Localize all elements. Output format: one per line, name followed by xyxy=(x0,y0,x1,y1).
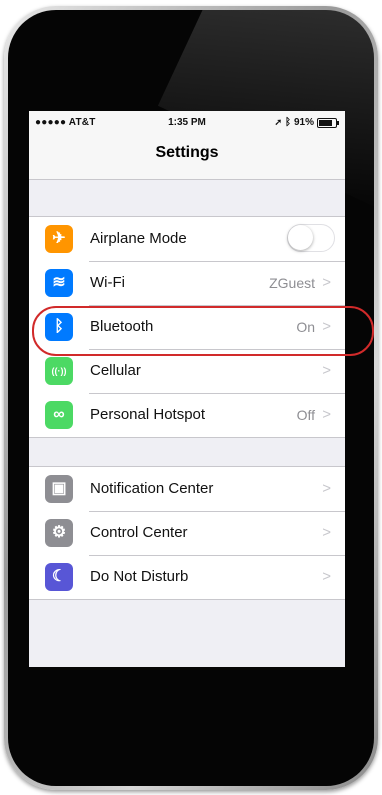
status-bar: ●●●●● AT&T 1:35 PM ➚ ᛒ 91% xyxy=(29,111,345,133)
hotspot-icon: ∞ xyxy=(45,401,73,429)
page-title: Settings xyxy=(155,144,219,161)
settings-row-wi-fi[interactable]: ≋ Wi-Fi ZGuest > xyxy=(29,261,345,305)
nav-bar: Settings xyxy=(29,133,345,180)
battery-icon xyxy=(317,117,339,128)
airplane-mode-toggle[interactable] xyxy=(287,224,335,252)
chevron-right-icon: > xyxy=(322,524,331,541)
moon-icon: ☾ xyxy=(45,563,73,591)
status-right: ➚ ᛒ 91% xyxy=(274,117,339,128)
settings-screen: ●●●●● AT&T 1:35 PM ➚ ᛒ 91% Settings ✈ Air… xyxy=(29,111,345,667)
row-value: Off xyxy=(296,407,315,423)
settings-row-personal-hotspot[interactable]: ∞ Personal Hotspot Off > xyxy=(29,393,345,437)
row-value: ZGuest xyxy=(269,275,315,291)
chevron-right-icon: > xyxy=(322,568,331,585)
location-arrow-icon: ➚ xyxy=(274,117,282,127)
chevron-right-icon: > xyxy=(322,406,331,423)
settings-row-control-center[interactable]: ⚙ Control Center > xyxy=(29,511,345,555)
control-center-icon: ⚙ xyxy=(45,519,73,547)
bluetooth-status-icon: ᛒ xyxy=(284,117,291,128)
row-label: Wi-Fi xyxy=(90,274,125,291)
row-label: Personal Hotspot xyxy=(90,406,206,423)
battery-percent: 91% xyxy=(293,117,314,128)
settings-row-notification-center[interactable]: ▣ Notification Center > xyxy=(29,467,345,511)
wifi-icon: ≋ xyxy=(45,269,73,297)
row-label: Do Not Disturb xyxy=(90,568,189,585)
chevron-right-icon: > xyxy=(322,274,331,291)
row-label: Airplane Mode xyxy=(90,230,187,247)
cellular-icon: ((·)) xyxy=(45,357,73,385)
notification-center-icon: ▣ xyxy=(45,475,73,503)
settings-group-system: ▣ Notification Center > ⚙ Control Center > ☾ Do… xyxy=(29,466,345,600)
settings-row-airplane-mode[interactable]: ✈ Airplane Mode xyxy=(29,217,345,261)
bluetooth-highlight-circle xyxy=(32,306,374,356)
row-label: Notification Center xyxy=(90,480,214,497)
battery-fill xyxy=(319,119,332,126)
chevron-right-icon: > xyxy=(322,480,331,497)
settings-row-do-not-disturb[interactable]: ☾ Do Not Disturb > xyxy=(29,555,345,599)
row-label: Control Center xyxy=(90,524,188,541)
airplane-icon: ✈ xyxy=(45,225,73,253)
toggle-knob xyxy=(288,225,313,250)
